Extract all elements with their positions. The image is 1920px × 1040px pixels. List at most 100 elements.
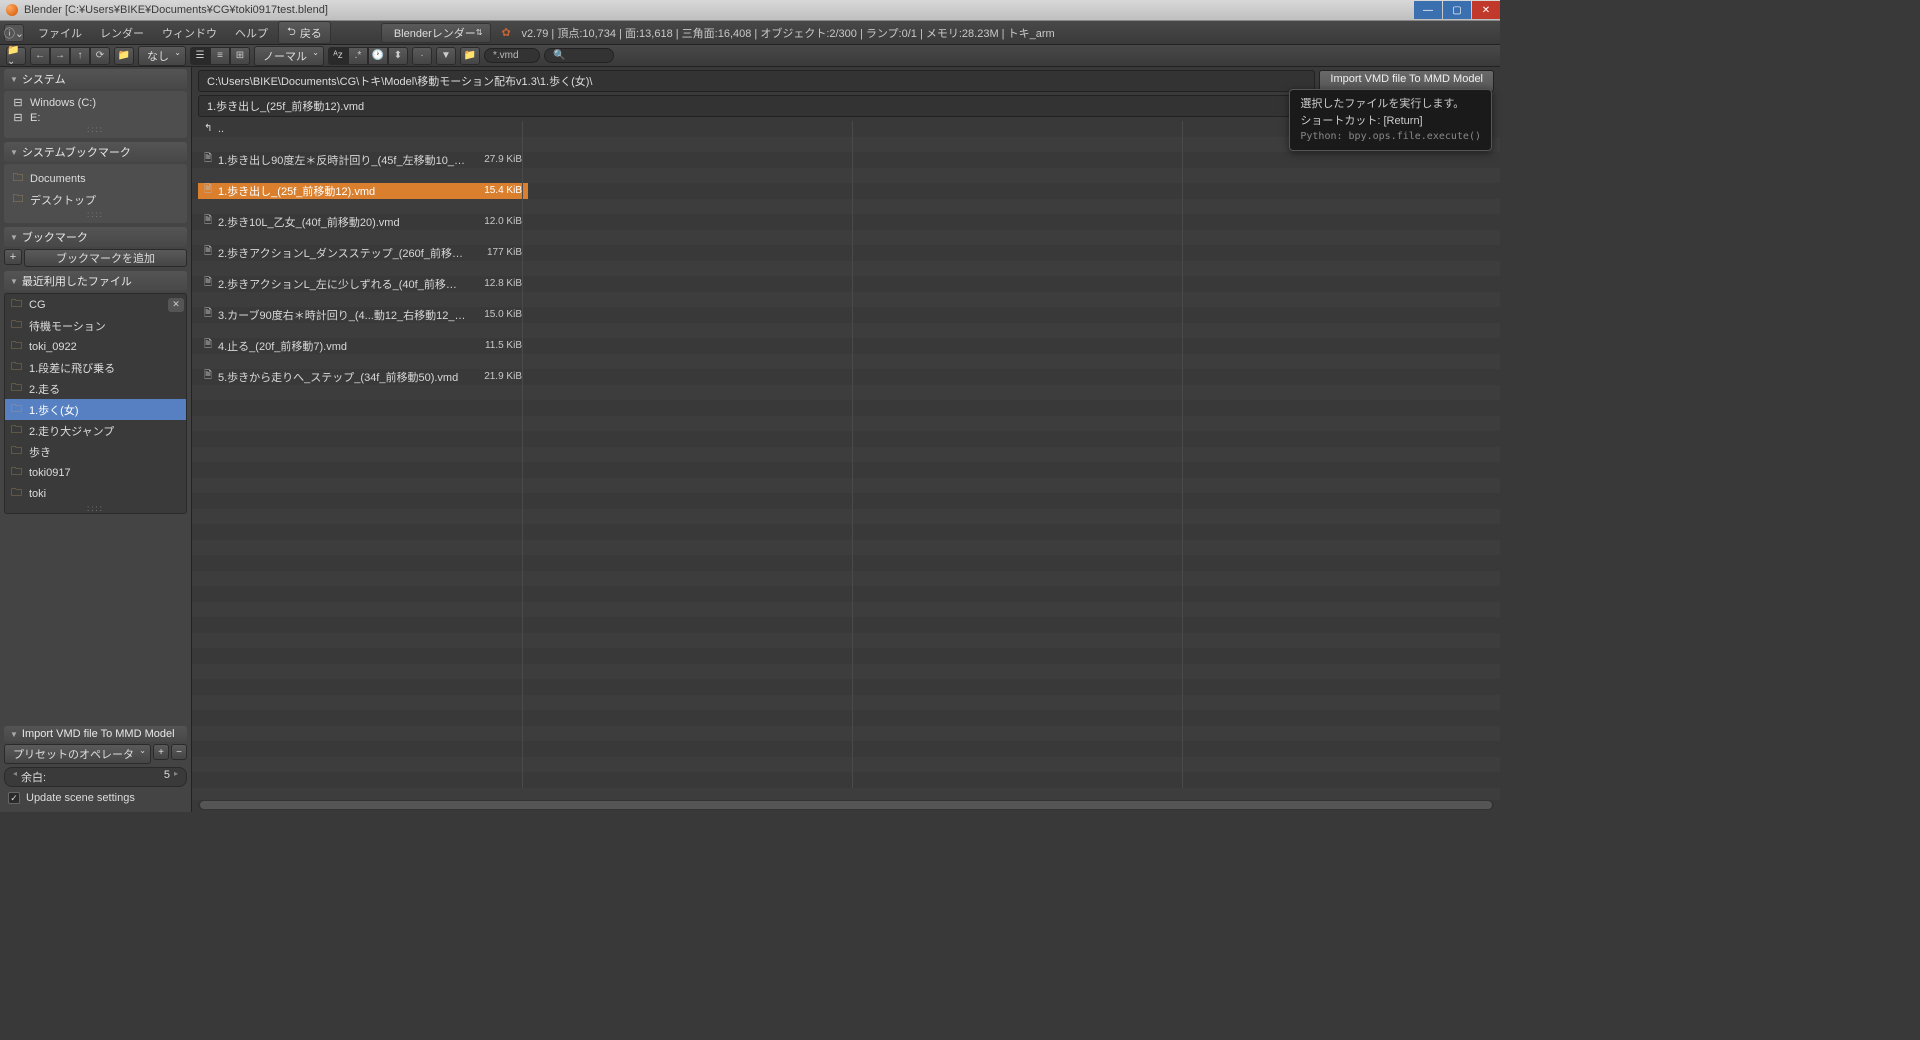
sort-alpha-button[interactable]: ᴬz [328, 47, 348, 65]
file-row[interactable]: 🗎5.歩きから走りへ_(27f_前移動50).vmd13.8 KiB [198, 354, 528, 370]
recent-item[interactable]: 🗀toki [5, 483, 186, 504]
bookmarks-header[interactable]: ブックマーク [4, 227, 187, 247]
scrollbar-thumb[interactable] [200, 801, 1492, 809]
filter-folder-button[interactable]: 📁 [460, 47, 480, 65]
file-row[interactable]: 🗎2.歩きアクションL_右に少しずれる_(40f_前移動15_右移動5).v..… [198, 261, 528, 277]
file-name: 1.歩き出し_(25f_前移動12).vmd [218, 183, 466, 199]
menu-file[interactable]: ファイル [30, 23, 90, 43]
nav-refresh-button[interactable]: ⟳ [90, 47, 110, 65]
window-maximize-button[interactable]: ▢ [1443, 1, 1471, 19]
recent-item[interactable]: 🗀CG [5, 294, 166, 315]
file-size: 13.8 KiB [466, 356, 522, 367]
file-name: .. [218, 123, 466, 135]
checkbox-checked-icon[interactable]: ✓ [8, 792, 20, 804]
sort-time-button[interactable]: 🕐 [368, 47, 388, 65]
recent-item[interactable]: 🗀toki0917 [5, 462, 186, 483]
recent-item[interactable]: 🗀歩き [5, 441, 186, 462]
recent-item[interactable]: 🗀toki_0922 [5, 336, 186, 357]
bookmarks-panel: ブックマーク + ブックマークを追加 [4, 227, 187, 267]
preset-add-button[interactable]: + [153, 744, 169, 760]
margin-field[interactable]: 余白: 5 [4, 767, 187, 787]
preset-remove-button[interactable]: − [171, 744, 187, 760]
file-row[interactable]: 🗎2.歩き10L_乙女_(40f_前移動20).vmd12.0 KiB [198, 214, 528, 230]
update-scene-checkbox-row[interactable]: ✓ Update scene settings [4, 790, 187, 806]
recent-item[interactable]: 🗀待機モーション [5, 315, 186, 336]
drag-handle-icon[interactable]: :::: [8, 125, 183, 134]
file-row[interactable]: 🗎1.歩き出し90度左＊反時計回り_(45f_左移動10_Y回転+90).vmd… [198, 152, 528, 168]
sort-size-button[interactable]: ⬍ [388, 47, 408, 65]
editor-type-button-2[interactable]: 📁⌄ [6, 47, 26, 65]
display-thumbnail-button[interactable]: ⊞ [230, 47, 250, 65]
recent-item[interactable]: 🗀1.歩く(女) [5, 399, 186, 420]
file-row-parent[interactable]: ↰.. [198, 121, 528, 137]
drag-handle-icon[interactable]: :::: [5, 504, 186, 513]
display-list-long-button[interactable]: ≡ [210, 47, 230, 65]
drag-handle-icon[interactable]: :::: [8, 210, 183, 219]
back-button[interactable]: ⮌ 戻る [278, 21, 331, 44]
system-volume-e[interactable]: ⊟E: [8, 110, 183, 125]
bookmark-desktop[interactable]: 🗀デスクトップ [8, 189, 183, 210]
file-row[interactable]: 🗎2.歩き11L_うきうき_(36f_前移動20).vmd22.8 KiB [198, 230, 528, 246]
file-list[interactable]: ↰..🗎1.歩き出し90度右＊時計回り_(35f_右移動5_Y回転-90).vm… [192, 121, 1500, 800]
file-row[interactable]: 🗎1.歩き出し_(25f_前移動12).vmd15.4 KiB [198, 183, 528, 199]
search-field[interactable]: 🔍 [544, 48, 614, 63]
file-row[interactable]: 🗎3.カーブ90度左＊反時計回り_(...12_左移動12_Y回転+90).vm… [198, 323, 528, 339]
display-type-buttons: ☰ ≡ ⊞ [190, 47, 250, 65]
file-row[interactable]: 🗎2.歩きアクションL_ダンスステップ_(260f_前移動110).vmd177… [198, 245, 528, 261]
file-row[interactable]: 🗎2.歩きアクションL_左に少しずれる_(40f_前移動15_左移動5).v..… [198, 276, 528, 292]
recent-remove-button[interactable]: ✕ [168, 298, 184, 312]
recursion-dropdown[interactable]: なし [138, 46, 186, 66]
window-minimize-button[interactable]: — [1414, 1, 1442, 19]
file-row[interactable]: 🗎2.歩き10L_(40f_前移動20).vmd12.0 KiB [198, 199, 528, 215]
recent-item[interactable]: 🗀2.走り大ジャンプ [5, 420, 186, 441]
horizontal-scrollbar[interactable] [198, 800, 1494, 810]
recent-header[interactable]: 最近利用したファイル [4, 271, 187, 291]
file-size: 15.0 KiB [466, 309, 522, 320]
operator-preset-dropdown[interactable]: プリセットのオペレータ [4, 744, 151, 764]
drive-icon: ⊟ [12, 111, 24, 124]
add-bookmark-label[interactable]: ブックマークを追加 [24, 249, 187, 267]
menu-render[interactable]: レンダー [92, 23, 152, 43]
sort-ext-button[interactable]: .* [348, 47, 368, 65]
bookmark-documents[interactable]: 🗀Documents [8, 168, 183, 189]
chevron-updown-icon: ⇅ [476, 28, 483, 37]
recent-panel: 最近利用したファイル 🗀CG✕ 🗀待機モーション🗀toki_0922🗀1.段差に飛… [4, 271, 187, 514]
file-row[interactable]: 🗎2.歩きアクションL_2 ターン_(87f_前移動55).vmd42.2 Ki… [198, 292, 528, 308]
recent-item[interactable]: 🗀2.走る [5, 378, 186, 399]
file-row[interactable]: 🗎5.歩きから走りダッシュへ_(21f_前移動50).vmd19.8 KiB [198, 385, 528, 401]
file-row[interactable]: 🗎1.歩き出し180度＊時計回り_(46f_後移動5_Y回転-180).vmd2… [198, 168, 528, 184]
file-row[interactable]: 🗎1.歩き出し90度右＊時計回り_(35f_右移動5_Y回転-90).vmd21… [198, 137, 528, 153]
show-hidden-button[interactable]: · [412, 47, 432, 65]
render-engine-dropdown[interactable]: Blenderレンダー ⇅ [381, 23, 492, 43]
add-bookmark-button[interactable]: + [4, 249, 22, 265]
new-folder-button[interactable]: 📁 [114, 47, 134, 65]
filename-input[interactable]: 1.歩き出し_(25f_前移動12).vmd [198, 95, 1342, 117]
operator-header[interactable]: Import VMD file To MMD Model [4, 726, 187, 742]
file-size: 177 KiB [466, 247, 522, 258]
system-bookmarks-header[interactable]: システムブックマーク [4, 142, 187, 162]
system-panel-header[interactable]: システム [4, 69, 187, 89]
display-list-short-button[interactable]: ☰ [190, 47, 210, 65]
filter-toggle-button[interactable]: ▼ [436, 47, 456, 65]
volume-label: Windows (C:) [30, 97, 96, 109]
file-row[interactable]: 🗎5.歩きから走りへ_ステップ_(34f_前移動50).vmd21.9 KiB [198, 369, 528, 385]
file-name: 2.歩き10L_乙女_(40f_前移動20).vmd [218, 214, 466, 230]
menu-help[interactable]: ヘルプ [227, 23, 276, 43]
window-close-button[interactable]: ✕ [1472, 1, 1500, 19]
sort-dropdown[interactable]: ノーマル [254, 46, 324, 66]
editor-type-button[interactable]: ⓘ⌄ [4, 24, 24, 42]
directory-path-input[interactable]: C:\Users\BIKE\Documents\CG\トキ\Model\移動モー… [198, 70, 1315, 92]
filter-extension-field[interactable]: *.vmd [484, 48, 540, 63]
folder-icon: 🗀 [11, 316, 23, 335]
folder-icon: 🗀 [11, 442, 23, 461]
recent-item[interactable]: 🗀1.段差に飛び乗る [5, 357, 186, 378]
file-name: 1.歩き出し180度＊時計回り_(46f_後移動5_Y回転-180).vmd [218, 167, 466, 183]
nav-forward-button[interactable]: → [50, 47, 70, 65]
nav-back-button[interactable]: ← [30, 47, 50, 65]
file-row[interactable]: 🗎4.止る_(20f_前移動7).vmd11.5 KiB [198, 338, 528, 354]
menu-window[interactable]: ウィンドウ [154, 23, 225, 43]
file-row[interactable]: 🗎3.カーブ90度右＊時計回り_(4...動12_右移動12_Y回転-90).v… [198, 307, 528, 323]
nav-up-button[interactable]: ↑ [70, 47, 90, 65]
system-volume-c[interactable]: ⊟Windows (C:) [8, 95, 183, 110]
file-size: 16.0 KiB [466, 325, 522, 336]
